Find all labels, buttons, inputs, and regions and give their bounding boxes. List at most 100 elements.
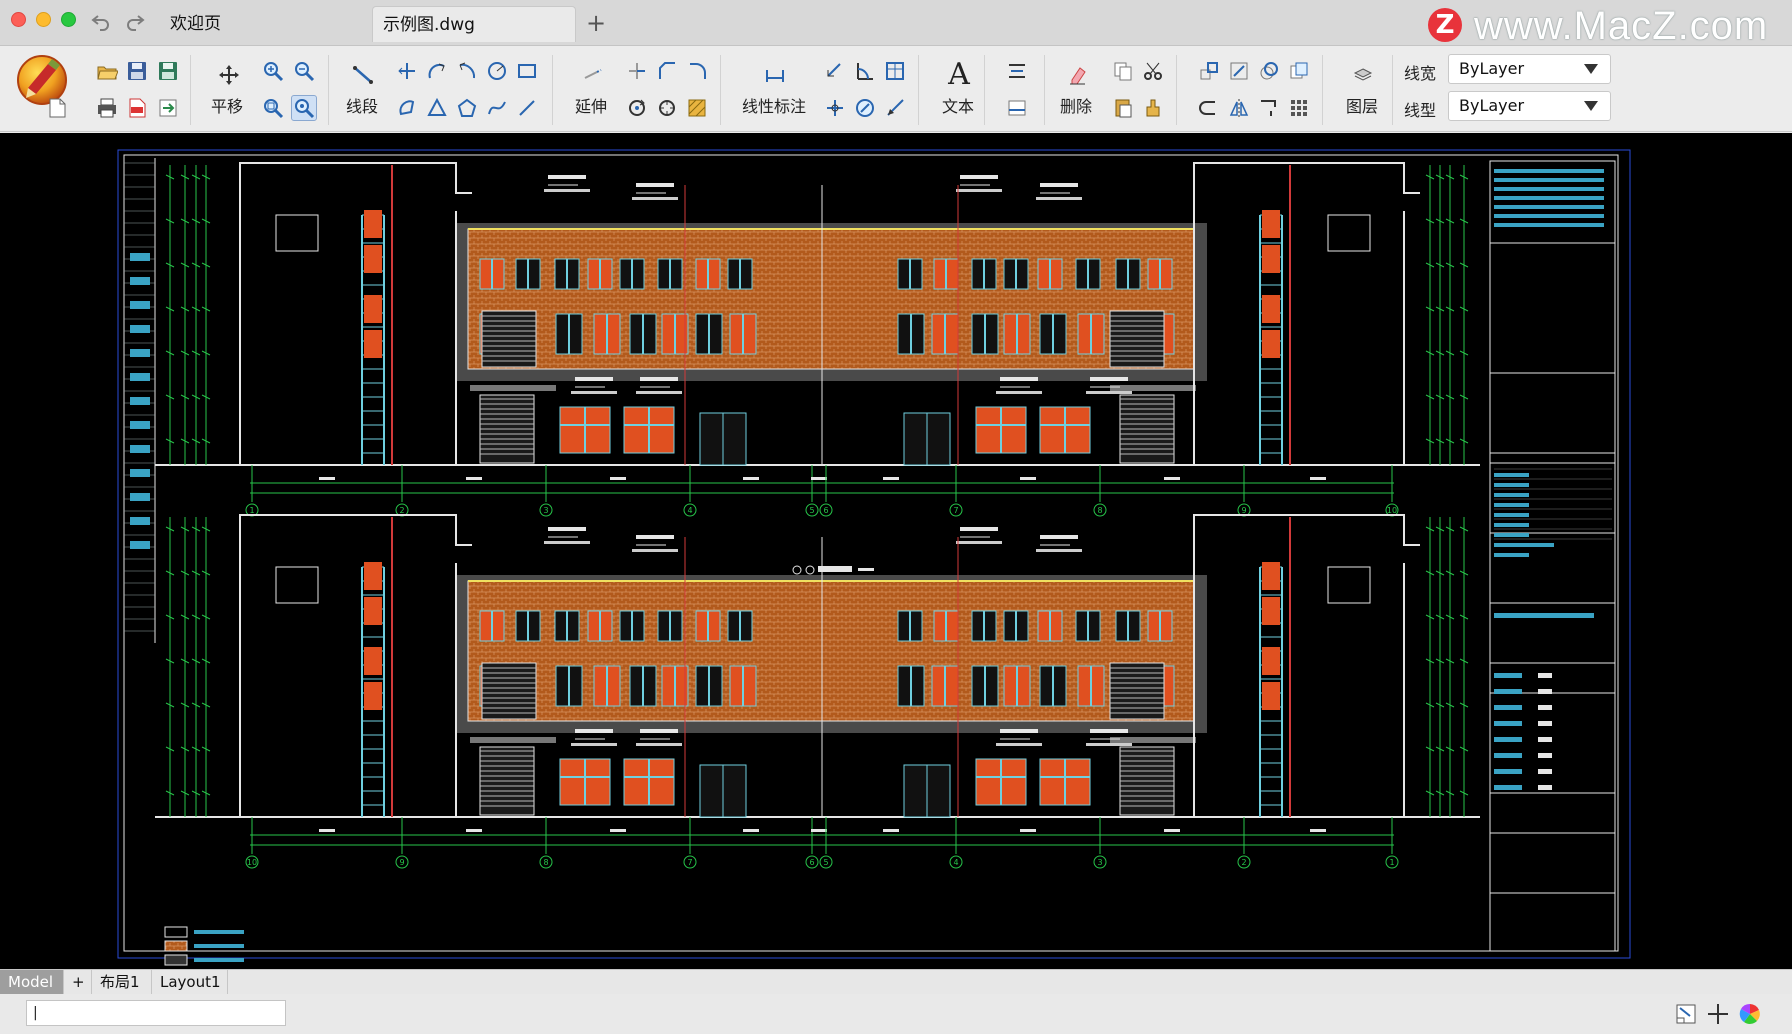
- line-icon[interactable]: [348, 60, 378, 90]
- baseline-dimension-icon[interactable]: [882, 58, 908, 84]
- title-block-field: [1494, 503, 1529, 507]
- stair-window: [1262, 597, 1280, 625]
- dimension-value: [466, 477, 482, 480]
- polyline-icon[interactable]: [394, 58, 420, 84]
- layout-tab-layout1[interactable]: Layout1: [152, 970, 228, 994]
- print-icon[interactable]: [94, 95, 120, 121]
- match-properties-icon[interactable]: [1140, 95, 1166, 121]
- roll-up-door: [481, 662, 537, 720]
- detail-marker: [1327, 214, 1371, 252]
- erase-label: 删除: [1060, 97, 1093, 116]
- scale-icon[interactable]: [654, 95, 680, 121]
- properties-icon[interactable]: [1004, 95, 1030, 121]
- offset-icon[interactable]: [1256, 58, 1282, 84]
- ribbon-separator: [984, 55, 985, 125]
- trim-icon[interactable]: [624, 58, 650, 84]
- redo-icon[interactable]: [124, 10, 146, 32]
- command-input[interactable]: [26, 1000, 286, 1026]
- rotate-icon[interactable]: [624, 95, 650, 121]
- new-icon[interactable]: [44, 95, 70, 121]
- undo-icon[interactable]: [90, 10, 112, 32]
- array-copy-icon[interactable]: [1286, 58, 1312, 84]
- linear-dimension-icon[interactable]: [760, 60, 790, 90]
- revcloud-icon[interactable]: [1196, 95, 1222, 121]
- caption-scale: [858, 568, 874, 571]
- move-icon[interactable]: [1196, 58, 1222, 84]
- arc-3point-icon[interactable]: [454, 58, 480, 84]
- ordinate-dimension-icon[interactable]: [822, 95, 848, 121]
- add-layout-button[interactable]: +: [64, 970, 92, 994]
- circle-icon[interactable]: [484, 58, 510, 84]
- linetype-select[interactable]: ByLayer: [1448, 91, 1611, 121]
- add-tab-button[interactable]: +: [586, 10, 606, 36]
- lineweight-select[interactable]: ByLayer: [1448, 54, 1611, 84]
- zoom-window-icon[interactable]: [260, 95, 286, 121]
- hatch-icon[interactable]: [684, 95, 710, 121]
- ray-icon[interactable]: [514, 95, 540, 121]
- annotation-text: [640, 729, 678, 733]
- stair-window: [364, 597, 382, 625]
- title-block-note: [1494, 196, 1604, 200]
- tab-welcome[interactable]: 欢迎页: [160, 6, 370, 42]
- stretch-icon[interactable]: [1226, 58, 1252, 84]
- erase-icon[interactable]: [1062, 60, 1092, 90]
- pentagon-icon[interactable]: [454, 95, 480, 121]
- pan-icon[interactable]: [214, 60, 244, 90]
- dimension-value: [1164, 829, 1180, 832]
- spline-icon[interactable]: [484, 95, 510, 121]
- arc-icon[interactable]: [424, 58, 450, 84]
- zoom-extents-icon[interactable]: [291, 95, 317, 121]
- leader-icon[interactable]: [882, 95, 908, 121]
- title-block-field: [1494, 473, 1529, 477]
- save-as-icon[interactable]: [155, 58, 181, 84]
- zoom-out-icon[interactable]: [291, 58, 317, 84]
- title-block-note: [1494, 223, 1604, 227]
- model-space-icon[interactable]: [1674, 1002, 1698, 1026]
- table-icon[interactable]: [1004, 58, 1030, 84]
- line-label: 线段: [346, 97, 379, 116]
- annotation-text: [960, 527, 998, 531]
- axis-label: 1: [1389, 858, 1394, 867]
- tab-drawing[interactable]: 示例图.dwg: [372, 6, 576, 42]
- layout-tab-layout-cn[interactable]: 布局1: [92, 970, 152, 994]
- crosshair-icon[interactable]: [1706, 1002, 1730, 1026]
- paste-icon[interactable]: [1110, 95, 1136, 121]
- layout-tab-model[interactable]: Model: [0, 970, 64, 994]
- extend-icon[interactable]: [578, 60, 608, 90]
- fillet-icon[interactable]: [684, 58, 710, 84]
- radius-dimension-icon[interactable]: [852, 95, 878, 121]
- window-minimize-button[interactable]: [36, 12, 51, 27]
- mirror-icon[interactable]: [1226, 95, 1252, 121]
- window-zoom-button[interactable]: [61, 12, 76, 27]
- legend-swatch: [164, 940, 188, 952]
- rectangle-icon[interactable]: [514, 58, 540, 84]
- publish-icon[interactable]: [155, 95, 181, 121]
- title-block-field: [1494, 533, 1529, 537]
- chamfer-icon[interactable]: [654, 58, 680, 84]
- legend-label: [194, 958, 244, 962]
- array-icon[interactable]: [1286, 95, 1312, 121]
- drawing-canvas[interactable]: 1 2 3 4 5 6 7 8 9 10 10 9 8 7 6 5 4 3 2 1: [0, 133, 1792, 969]
- stair-window: [1262, 647, 1280, 675]
- triangle-icon[interactable]: [424, 95, 450, 121]
- color-wheel-icon[interactable]: [1738, 1002, 1762, 1026]
- save-icon[interactable]: [124, 58, 150, 84]
- chevron-down-icon: [1584, 101, 1598, 111]
- copy-icon[interactable]: [1110, 58, 1136, 84]
- annotation-text: [996, 743, 1042, 746]
- pan-label: 平移: [211, 97, 244, 116]
- layer-icon[interactable]: [1348, 60, 1378, 90]
- polygon-curve-icon[interactable]: [394, 95, 420, 121]
- axis-label: 6: [823, 506, 828, 515]
- aligned-dimension-icon[interactable]: [822, 58, 848, 84]
- cut-icon[interactable]: [1140, 58, 1166, 84]
- dimension-value: [811, 829, 827, 832]
- window-close-button[interactable]: [11, 12, 26, 27]
- export-pdf-icon[interactable]: [124, 95, 150, 121]
- zoom-in-icon[interactable]: [260, 58, 286, 84]
- break-icon[interactable]: [1256, 95, 1282, 121]
- angular-dimension-icon[interactable]: [852, 58, 878, 84]
- text-icon[interactable]: A: [944, 57, 974, 92]
- open-icon[interactable]: [94, 58, 120, 84]
- detail-marker: [1327, 566, 1371, 604]
